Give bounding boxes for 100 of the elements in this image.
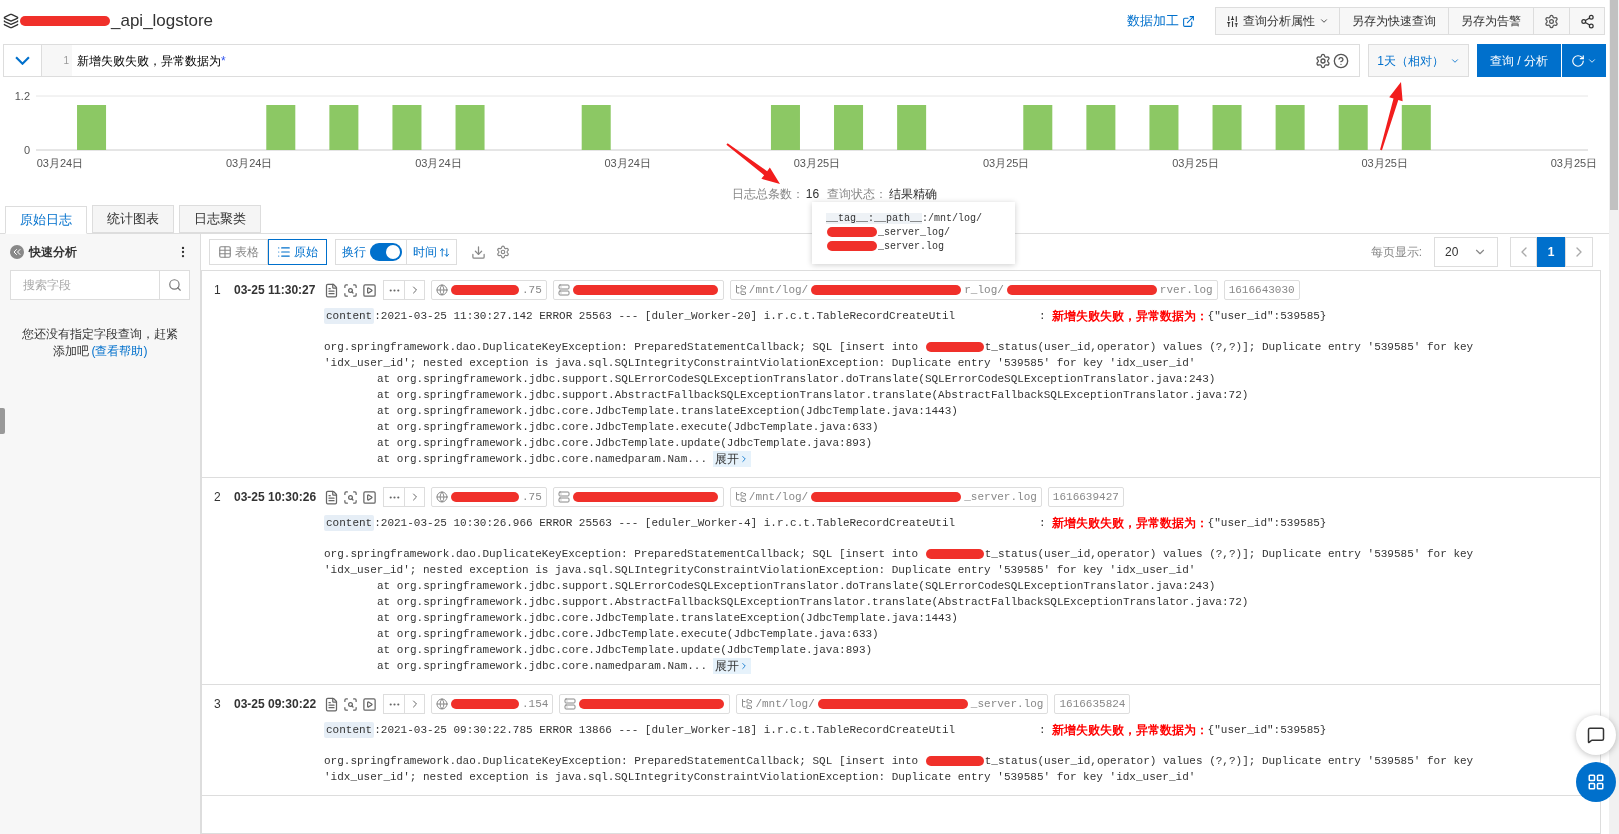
sidebar-title: 快速分析 (29, 244, 77, 261)
redaction-mark (451, 285, 519, 295)
help-icon[interactable] (1333, 52, 1349, 69)
tooltip-text: :/mnt/log/ (922, 213, 983, 224)
settings-icon[interactable] (1315, 52, 1331, 69)
log-line: at org.springframework.jdbc.core.JdbcTemplate.execute(JdbcTemplate.java:633) (377, 420, 879, 435)
query-button[interactable]: 查询 / 分析 (1477, 44, 1561, 77)
count-label: 日志总条数： (731, 186, 804, 203)
log-line: at org.springframework.jdbc.core.JdbcTemplate.update(JdbcTemplate.java:893) (377, 436, 873, 451)
side-handle[interactable] (0, 408, 5, 434)
chart-bar[interactable] (266, 105, 296, 150)
log-line: at org.springframework.jdbc.core.namedparam.Nam... (377, 452, 708, 467)
host-tag[interactable] (552, 487, 724, 507)
chart-bar[interactable] (834, 105, 864, 150)
page-button[interactable]: 1 (1537, 237, 1565, 267)
tag-text: .75 (522, 489, 542, 505)
query-editor[interactable]: 1 新增失败失败，异常数据为* (3, 44, 1360, 77)
timestamp-tag[interactable]: 1616643030 (1223, 280, 1300, 300)
download-icon[interactable] (471, 244, 486, 260)
help-link[interactable]: (查看帮助) (91, 344, 148, 358)
search-field[interactable]: 搜索字段 (10, 270, 160, 300)
separator: : (1039, 515, 1046, 531)
chart-bar[interactable] (455, 105, 485, 150)
host-tag[interactable] (552, 280, 724, 300)
highlighted-message: 新增失败失败，异常数据为： (1051, 515, 1208, 532)
chart-bar[interactable] (1212, 105, 1242, 150)
field-key[interactable]: content (324, 721, 375, 739)
chart-bar[interactable] (1149, 105, 1179, 150)
chart-bar[interactable] (1086, 105, 1116, 150)
path-tag[interactable]: /mnt/log/ _server.log (729, 487, 1042, 507)
page-size-select[interactable]: 20 (1434, 237, 1498, 267)
chart-bar[interactable] (770, 105, 800, 150)
log-time: 03-25 09:30:22 (234, 696, 318, 713)
toolbar-button[interactable]: 另存为告警 (1449, 8, 1534, 34)
chart-bar[interactable] (581, 105, 611, 150)
expand-button[interactable]: 展开 (713, 658, 752, 674)
play-icon[interactable] (362, 282, 377, 298)
apps-button[interactable] (1576, 762, 1616, 802)
path-tag[interactable]: /mnt/log/ _server.log (736, 694, 1049, 714)
tag-text: 1616639427 (1052, 489, 1119, 505)
data-processing-link[interactable]: 数据加工 (1127, 11, 1195, 31)
wrap-label: 换行 (342, 244, 366, 261)
collapse-icon[interactable] (10, 245, 24, 259)
chart-bar[interactable] (392, 105, 422, 150)
context-search-icon[interactable] (343, 282, 358, 298)
redaction-mark (451, 699, 519, 709)
log-line: at org.springframework.jdbc.support.AbstractFallbackSQLExceptionTranslator.translate(AbstractFallbackSQLExceptionTranslator.java:72) (377, 595, 1249, 610)
ip-tag[interactable]: .75 (431, 487, 547, 507)
menu-button[interactable]: 查询分析属性 (1216, 8, 1340, 34)
field-key[interactable]: content (324, 307, 375, 325)
next-page-button[interactable] (1565, 237, 1593, 267)
timestamp-tag[interactable]: 1616639427 (1047, 487, 1124, 507)
chart-bar[interactable] (1275, 105, 1305, 150)
copy-icon[interactable] (324, 489, 339, 505)
chart-bar[interactable] (1401, 105, 1431, 150)
refresh-button[interactable] (1562, 44, 1606, 77)
log-value: {"user_id":539585} (1207, 722, 1327, 738)
expand-button[interactable]: 展开 (713, 451, 752, 467)
share-icon (1579, 13, 1595, 29)
tab[interactable]: 日志聚类 (179, 205, 261, 233)
log-line: at org.springframework.jdbc.core.JdbcTemplate.update(JdbcTemplate.java:893) (377, 643, 873, 658)
chart-bar[interactable] (897, 105, 927, 150)
log-line: at org.springframework.jdbc.core.JdbcTemplate.translateException(JdbcTemplate.java:1443) (377, 404, 958, 419)
view-toggle[interactable]: 表格 (209, 239, 268, 265)
context-search-icon[interactable] (343, 489, 358, 505)
search-icon (167, 278, 182, 292)
settings-icon[interactable] (496, 245, 510, 259)
toolbar-button[interactable]: 另存为快速查询 (1340, 8, 1449, 34)
play-icon[interactable] (362, 696, 377, 712)
time-range-button[interactable]: 1天（相对） (1368, 44, 1469, 77)
wrap-switch[interactable] (370, 243, 402, 261)
tab[interactable]: 原始日志 (5, 206, 87, 234)
chart-bar[interactable] (329, 105, 359, 150)
timestamp-tag[interactable]: 1616635824 (1054, 694, 1131, 714)
redaction-mark (925, 342, 984, 352)
host-tag[interactable] (559, 694, 731, 714)
search-button[interactable] (160, 270, 190, 300)
chat-icon (1587, 726, 1605, 744)
list-icon (277, 245, 291, 259)
globe-icon (436, 284, 448, 296)
empty-message: 您还没有指定字段查询，赶紧添加吧 (查看帮助) (21, 326, 179, 360)
context-search-icon[interactable] (343, 696, 358, 712)
play-icon[interactable] (362, 489, 377, 505)
path-tag[interactable]: /mnt/log/ r_log/ rver.log (729, 280, 1218, 300)
chart-bar[interactable] (1338, 105, 1368, 150)
previous-page-button[interactable] (1510, 237, 1537, 267)
view-toggle[interactable]: 原始 (268, 239, 327, 265)
ip-tag[interactable]: .75 (431, 280, 547, 300)
grid-icon (1587, 773, 1605, 791)
tab[interactable]: 统计图表 (92, 205, 174, 233)
sort-button[interactable]: 时间 (406, 240, 456, 264)
settings-icon (1544, 13, 1559, 29)
copy-icon[interactable] (324, 696, 339, 712)
redaction-mark (925, 549, 984, 559)
ip-tag[interactable]: .154 (431, 694, 554, 714)
chart-bar[interactable] (77, 105, 107, 150)
field-key[interactable]: content (324, 514, 375, 532)
chat-button[interactable] (1576, 715, 1616, 755)
copy-icon[interactable] (324, 282, 339, 298)
chart-bar[interactable] (1023, 105, 1053, 150)
